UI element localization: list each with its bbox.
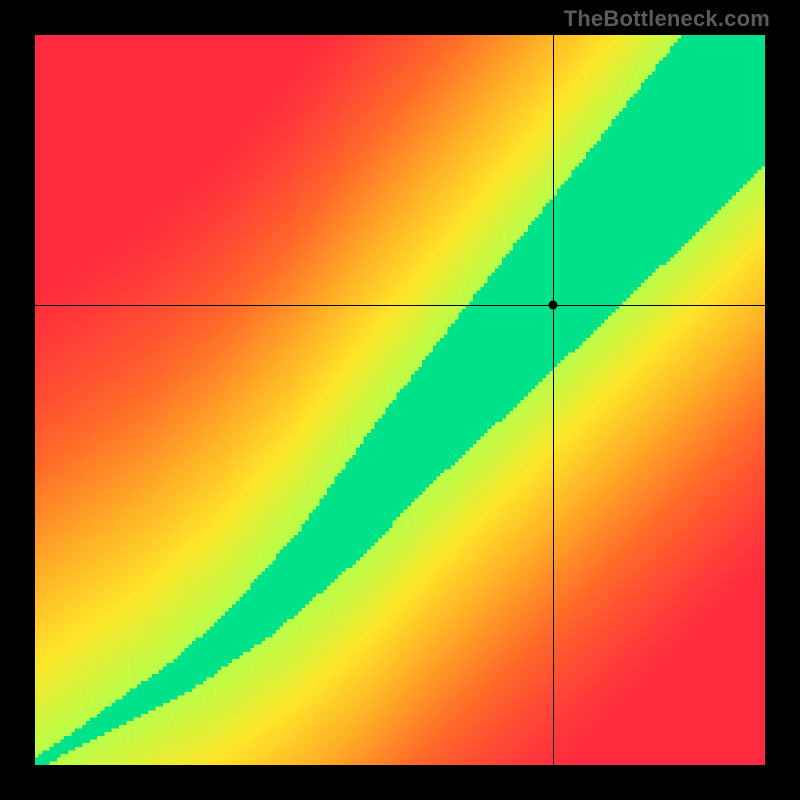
watermark-text: TheBottleneck.com bbox=[564, 6, 770, 32]
heatmap-canvas bbox=[35, 35, 765, 765]
crosshair-vertical bbox=[553, 35, 554, 765]
crosshair-dot bbox=[549, 301, 558, 310]
root: TheBottleneck.com bbox=[0, 0, 800, 800]
crosshair-horizontal bbox=[35, 305, 765, 306]
heatmap-chart bbox=[35, 35, 765, 765]
